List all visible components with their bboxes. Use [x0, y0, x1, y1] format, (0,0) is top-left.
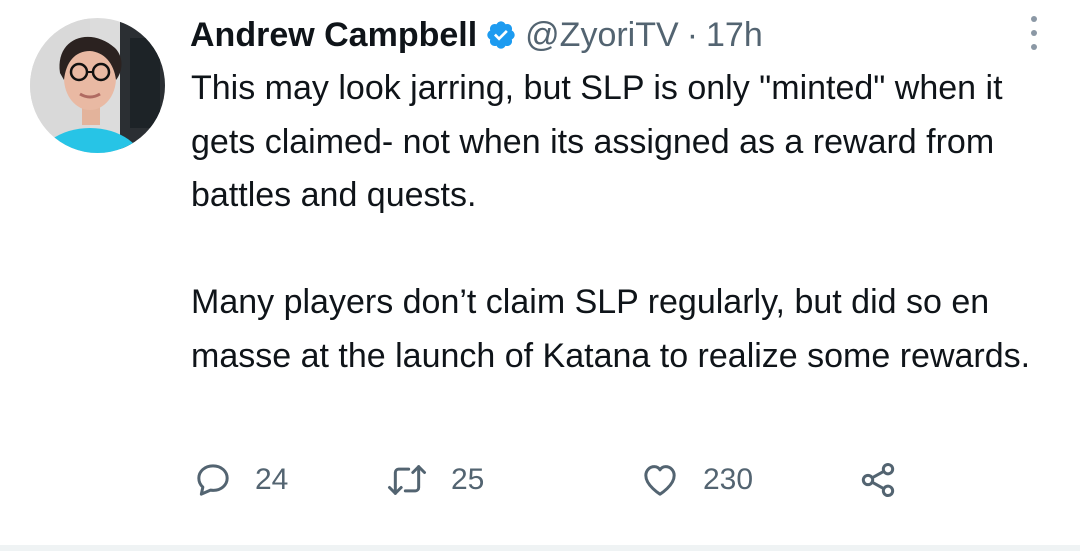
tweet-paragraph-2: Many players don’t claim SLP regularly, … [191, 283, 1031, 375]
share-button[interactable] [857, 452, 899, 508]
reply-count: 24 [255, 463, 289, 496]
tweet-actions: 24 25 230 [193, 452, 913, 508]
verified-badge-icon [485, 19, 517, 51]
retweet-count: 25 [451, 463, 485, 496]
heart-icon [639, 460, 681, 500]
retweet-button[interactable]: 25 [385, 452, 484, 508]
like-count: 230 [703, 463, 754, 496]
author-handle[interactable]: @ZyoriTV [525, 16, 679, 55]
retweet-icon [385, 460, 429, 500]
share-icon [857, 460, 899, 500]
tweet-timestamp[interactable]: 17h [706, 16, 763, 55]
avatar[interactable] [30, 18, 165, 153]
separator-dot: · [686, 15, 699, 54]
tweet-header: Andrew Campbell @ZyoriTV · 17h [190, 12, 763, 58]
author-name[interactable]: Andrew Campbell [190, 16, 477, 55]
reply-icon [193, 460, 233, 500]
like-button[interactable]: 230 [639, 452, 753, 508]
divider [0, 545, 1080, 551]
tweet-paragraph-1: This may look jarring, but SLP is only "… [191, 69, 1003, 214]
avatar-image [30, 18, 165, 153]
reply-button[interactable]: 24 [193, 452, 288, 508]
tweet-text: This may look jarring, but SLP is only "… [191, 62, 1051, 383]
more-vertical-icon[interactable] [1028, 16, 1040, 50]
